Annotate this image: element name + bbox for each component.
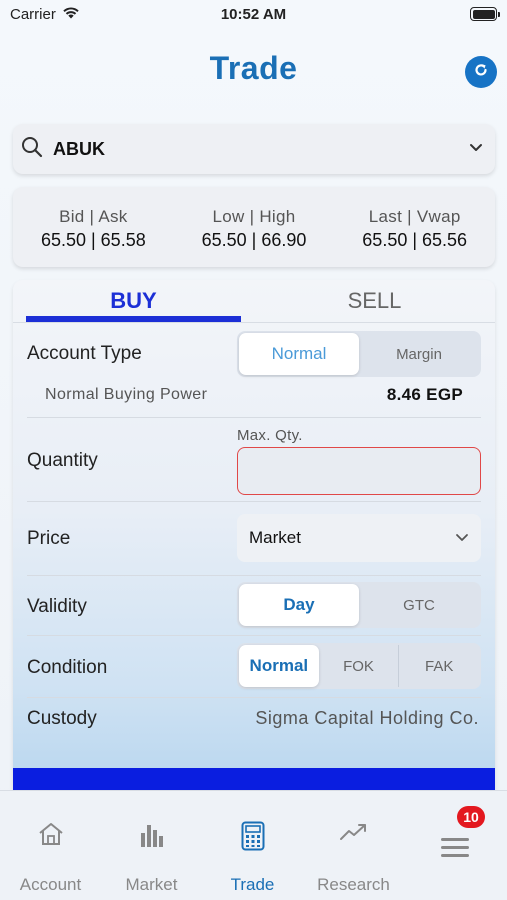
- condition-toggle: Normal FOK FAK: [237, 643, 481, 689]
- trend-up-icon: [339, 821, 369, 848]
- bid-ask-value: 65.50 | 65.58: [40, 230, 146, 250]
- account-type-toggle: Normal Margin: [237, 331, 481, 377]
- nav-item-trade[interactable]: Trade: [202, 791, 303, 900]
- search-icon: [21, 136, 43, 163]
- bar-chart-icon: [138, 821, 166, 854]
- tab-sell[interactable]: SELL: [254, 288, 495, 314]
- last-vwap: Last | Vwap 65.50 | 65.56: [334, 187, 495, 267]
- last-vwap-label: Last | Vwap: [368, 207, 461, 226]
- calculator-icon: [241, 821, 265, 856]
- low-high: Low | High 65.50 | 66.90: [174, 187, 335, 267]
- order-panel: BUY SELL Account Type Normal Margin Norm…: [13, 280, 495, 790]
- quote-card: Bid | Ask 65.50 | 65.58 Low | High 65.50…: [13, 187, 495, 267]
- low-high-value: 65.50 | 66.90: [201, 230, 307, 250]
- quantity-label: Quantity: [27, 450, 98, 471]
- last-vwap-value: 65.50 | 65.56: [362, 230, 468, 250]
- low-high-label: Low | High: [212, 207, 296, 226]
- bid-ask: Bid | Ask 65.50 | 65.58: [13, 187, 174, 267]
- account-type-normal[interactable]: Normal: [239, 333, 359, 375]
- status-time: 10:52 AM: [220, 6, 287, 23]
- nav-label-trade: Trade: [230, 875, 275, 894]
- nav-label-research: Research: [317, 875, 390, 894]
- nav-item-account[interactable]: Account: [0, 791, 101, 900]
- battery-icon: [470, 7, 500, 21]
- status-bar: Carrier 10:52 AM: [0, 0, 507, 30]
- bid-ask-label: Bid | Ask: [59, 207, 128, 226]
- bottom-nav: Account Market Trade Research: [0, 790, 507, 900]
- active-tab-indicator: [26, 316, 241, 322]
- condition-fak[interactable]: FAK: [399, 645, 479, 687]
- submit-order-button[interactable]: [13, 768, 495, 792]
- hamburger-menu-icon: [440, 837, 469, 864]
- home-icon: [37, 821, 65, 852]
- validity-toggle: Day GTC: [237, 582, 481, 628]
- validity-gtc[interactable]: GTC: [359, 584, 479, 626]
- divider: [27, 697, 481, 698]
- refresh-icon: [472, 61, 490, 84]
- divider: [27, 635, 481, 636]
- price-type-value: Market: [249, 528, 301, 547]
- validity-day[interactable]: Day: [239, 584, 359, 626]
- quantity-input[interactable]: [237, 447, 481, 495]
- symbol-value: ABUK: [53, 138, 105, 159]
- condition-fok[interactable]: FOK: [319, 645, 400, 687]
- order-tabs: BUY SELL: [13, 280, 495, 323]
- condition-normal[interactable]: Normal: [239, 645, 319, 687]
- buying-power-value: 8.46 EGP: [386, 385, 463, 404]
- divider: [27, 501, 481, 502]
- nav-item-market[interactable]: Market: [101, 791, 202, 900]
- chevron-down-icon[interactable]: [469, 140, 483, 158]
- nav-item-menu[interactable]: [404, 791, 505, 900]
- nav-item-research[interactable]: Research: [303, 791, 404, 900]
- custody-value: Sigma Capital Holding Co.: [255, 708, 479, 728]
- symbol-search[interactable]: ABUK: [13, 124, 495, 174]
- validity-label: Validity: [27, 596, 87, 617]
- divider: [27, 417, 481, 418]
- tab-buy[interactable]: BUY: [13, 288, 254, 314]
- nav-label-market: Market: [125, 875, 178, 894]
- account-type-margin[interactable]: Margin: [359, 333, 479, 375]
- buying-power-label: Normal Buying Power: [45, 386, 208, 403]
- nav-label-account: Account: [19, 875, 82, 894]
- header: Trade: [0, 40, 507, 104]
- condition-label: Condition: [27, 657, 108, 678]
- refresh-button[interactable]: [465, 56, 497, 88]
- price-label: Price: [27, 528, 71, 549]
- price-type-select[interactable]: Market: [237, 514, 481, 562]
- chevron-down-icon: [455, 528, 469, 548]
- notification-badge: 10: [457, 806, 485, 828]
- page-title: Trade: [209, 50, 298, 86]
- custody-label: Custody: [27, 708, 97, 729]
- account-type-label: Account Type: [27, 343, 142, 364]
- max-qty-hint: Max. Qty.: [237, 427, 303, 444]
- divider: [27, 575, 481, 576]
